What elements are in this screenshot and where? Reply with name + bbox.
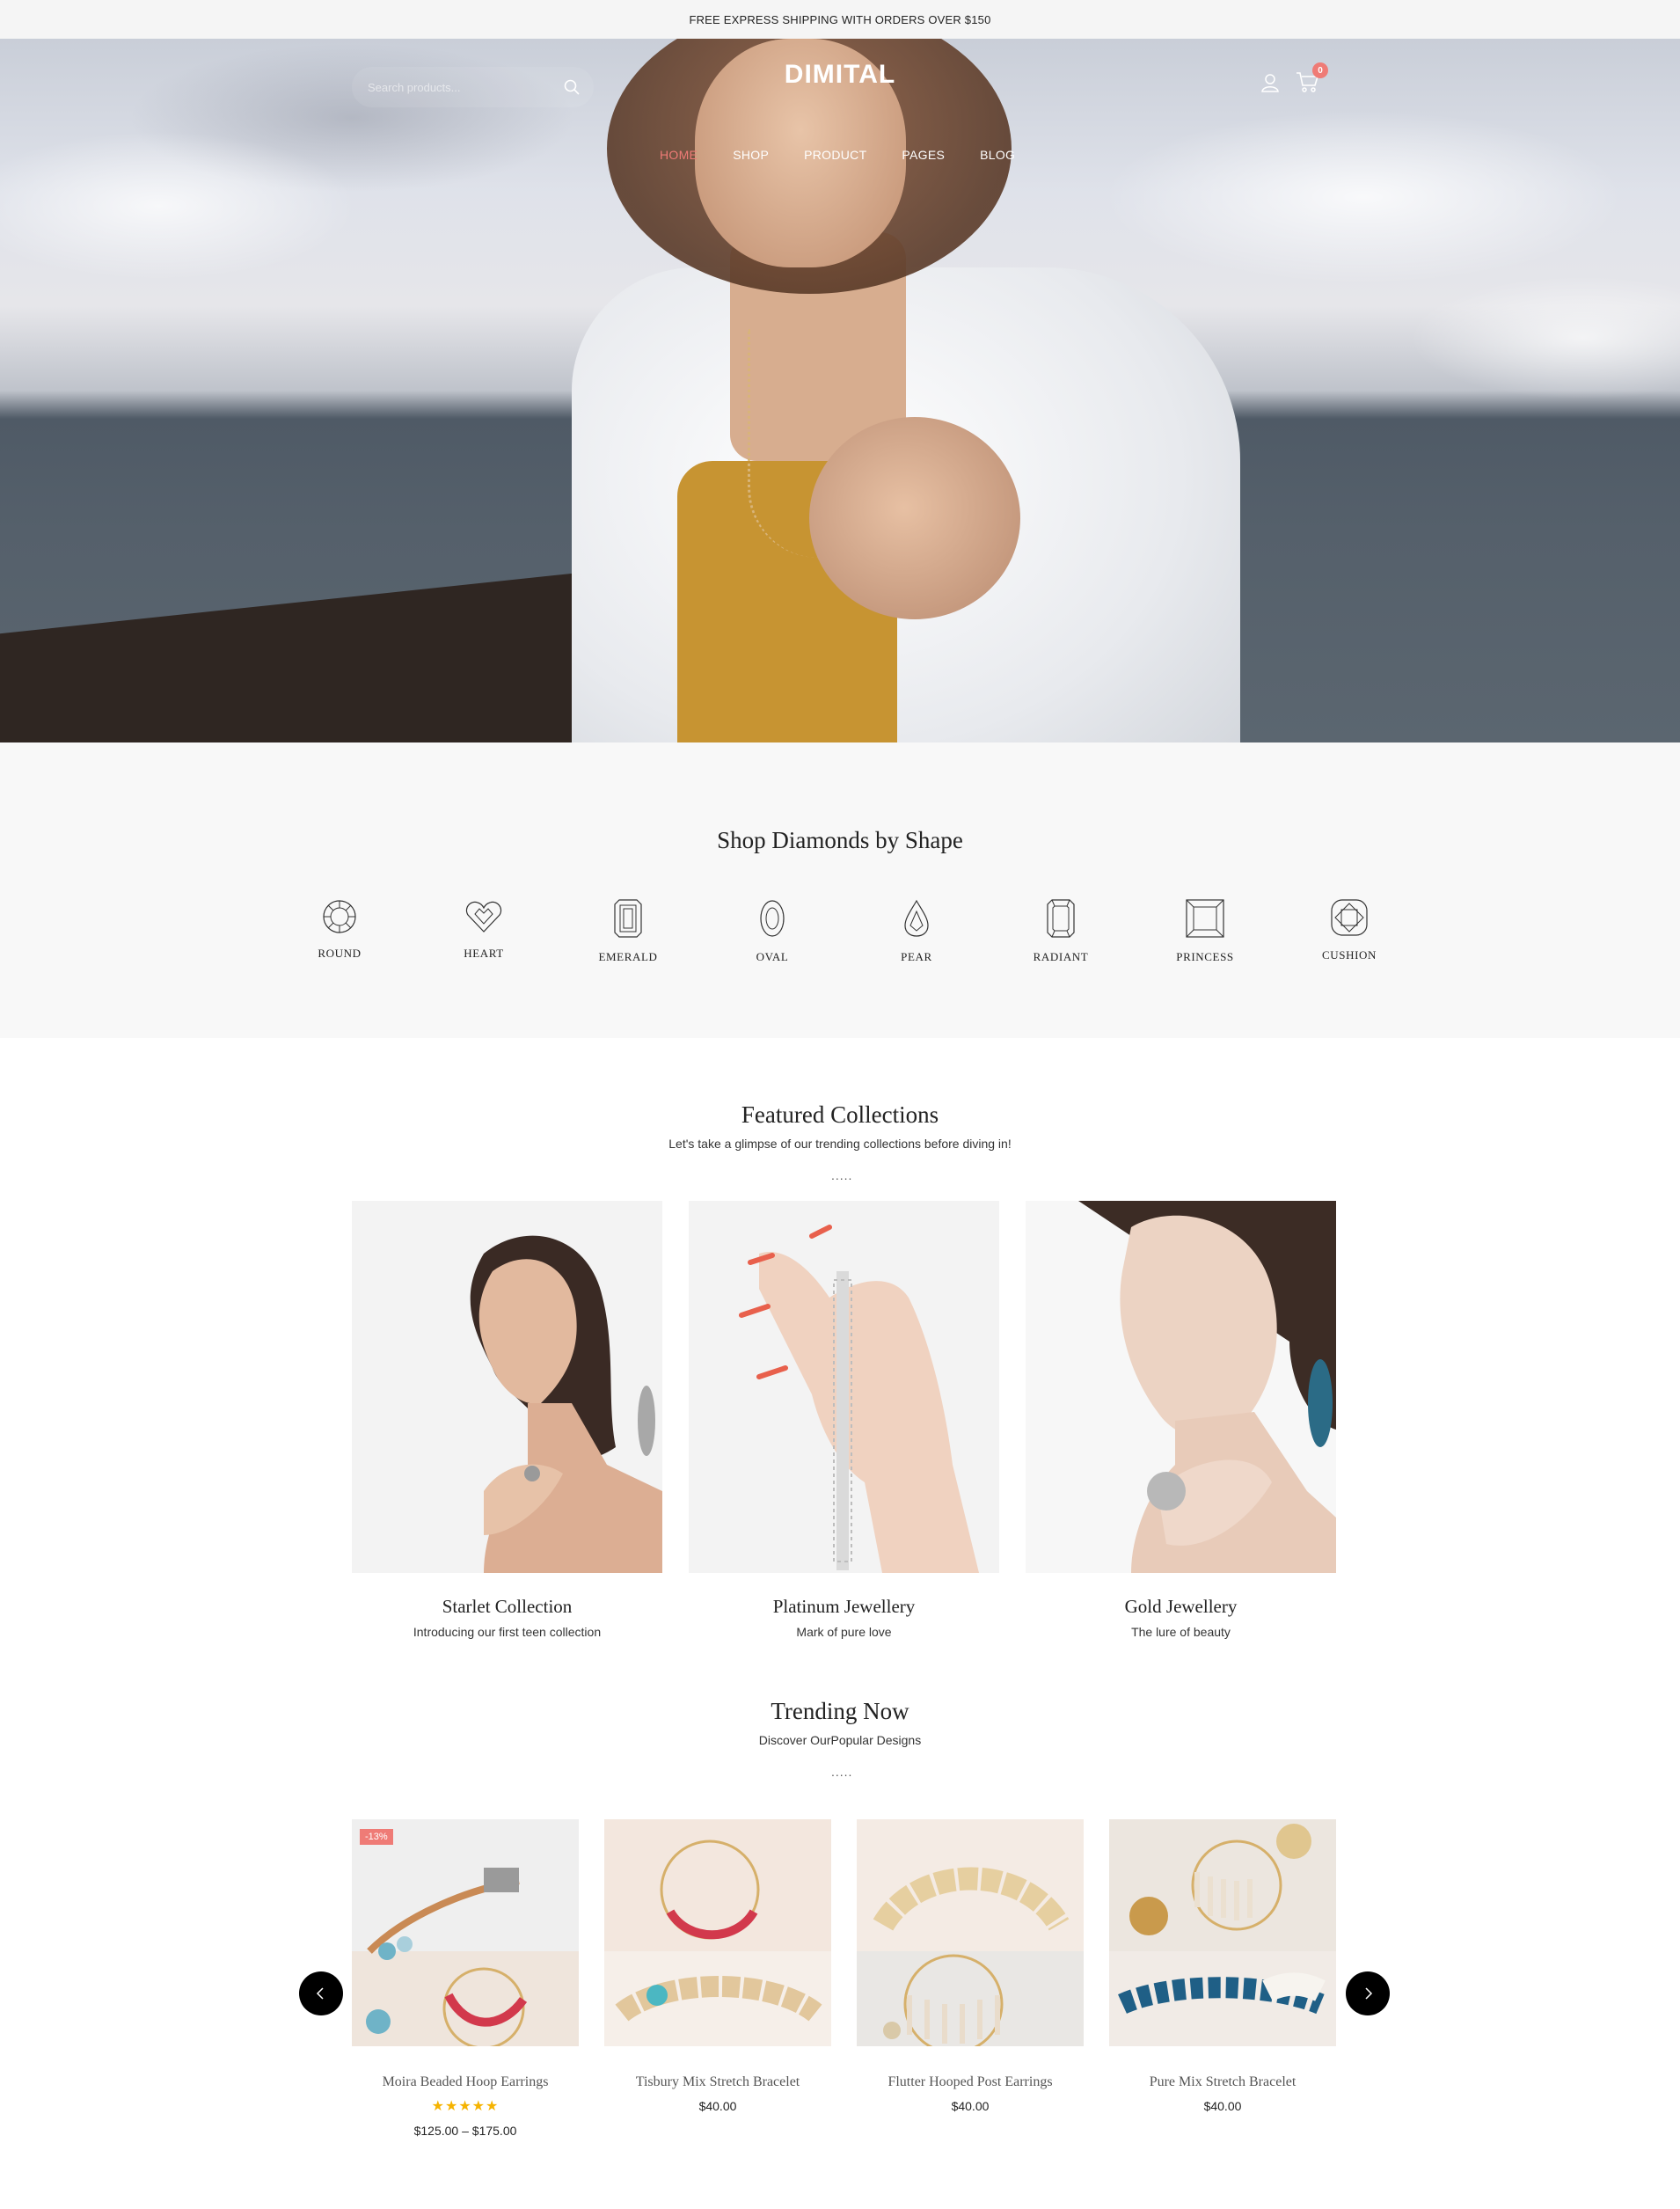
rating-stars: ★★★★★ [431, 2099, 500, 2114]
shape-radiant[interactable]: RADIANT [999, 899, 1122, 964]
product-image[interactable] [857, 1819, 1084, 2046]
shape-round[interactable]: ROUND [278, 899, 401, 961]
shape-label: RADIANT [1033, 950, 1089, 963]
collection-name[interactable]: Starlet Collection [352, 1596, 662, 1618]
product-image[interactable] [1109, 1819, 1336, 2046]
product-price: $40.00 [1203, 2099, 1242, 2113]
featured-subtitle: Let's take a glimpse of our trending col… [668, 1137, 1012, 1151]
product-price: $125.00 – $175.00 [413, 2124, 517, 2138]
collection-card[interactable]: Starlet Collection Introducing our first… [352, 1201, 662, 1639]
chevron-right-icon [1365, 1987, 1373, 2000]
nav-product[interactable]: PRODUCT [804, 148, 866, 169]
shapes-title: Shop Diamonds by Shape [717, 827, 963, 853]
shape-cushion[interactable]: CUSHION [1288, 899, 1411, 962]
shape-label: EMERALD [598, 950, 658, 963]
announcement-text: FREE EXPRESS SHIPPING WITH ORDERS OVER $… [689, 12, 991, 26]
collection-name[interactable]: Platinum Jewellery [689, 1596, 999, 1618]
product-photo-tisbury [604, 1819, 831, 2046]
collection-card[interactable]: Platinum Jewellery Mark of pure love [689, 1201, 999, 1639]
oval-diamond-icon [760, 900, 785, 937]
collection-desc: The lure of beauty [1131, 1625, 1231, 1639]
shape-label: PEAR [901, 950, 932, 963]
product-photo-moira [352, 1819, 579, 2046]
princess-diamond-icon [1186, 899, 1224, 938]
product-card[interactable]: Pure Mix Stretch Bracelet $40.00 [1109, 1819, 1336, 2113]
product-photo-puremix [1109, 1819, 1336, 2046]
product-name[interactable]: Tisbury Mix Stretch Bracelet [604, 2074, 831, 2090]
sale-badge: -13% [360, 1829, 393, 1845]
product-price: $40.00 [698, 2099, 737, 2113]
product-image[interactable] [604, 1819, 831, 2046]
nav-blog[interactable]: BLOG [980, 148, 1015, 169]
site-logo[interactable]: DIMITAL [704, 60, 976, 90]
trending-subtitle: Discover OurPopular Designs [758, 1733, 922, 1747]
shape-oval[interactable]: OVAL [711, 899, 834, 964]
collection-image[interactable] [1026, 1201, 1336, 1573]
shape-heart[interactable]: HEART [422, 899, 545, 961]
product-card[interactable]: -13% Moira Beaded Hoop Earrings ★★★★★ $1… [352, 1819, 579, 2138]
collection-image[interactable] [689, 1201, 999, 1573]
featured-title: Featured Collections [741, 1101, 939, 1128]
nav-home[interactable]: HOME [660, 148, 698, 169]
collection-name[interactable]: Gold Jewellery [1026, 1596, 1336, 1618]
announcement-bar: FREE EXPRESS SHIPPING WITH ORDERS OVER $… [0, 0, 1680, 39]
shop-by-shape-section: Shop Diamonds by Shape ROUND HEART EMERA… [0, 742, 1680, 1038]
nav-shop[interactable]: SHOP [733, 148, 769, 169]
main-nav: HOME SHOP PRODUCT PAGES BLOG [660, 148, 1015, 169]
product-card[interactable]: Tisbury Mix Stretch Bracelet $40.00 [604, 1819, 831, 2113]
nav-pages[interactable]: PAGES [902, 148, 945, 169]
search-placeholder: Search products... [368, 80, 461, 94]
trending-title: Trending Now [771, 1698, 909, 1724]
shape-label: CUSHION [1322, 948, 1377, 962]
collection-card[interactable]: Gold Jewellery The lure of beauty [1026, 1201, 1336, 1639]
collection-desc: Introducing our first teen collection [413, 1625, 602, 1639]
collection-desc: Mark of pure love [796, 1625, 892, 1639]
collection-photo-gold [1026, 1201, 1336, 1573]
emerald-diamond-icon [614, 899, 642, 938]
search-button[interactable] [549, 67, 595, 107]
shape-emerald[interactable]: EMERALD [566, 899, 690, 964]
product-image[interactable]: -13% [352, 1819, 579, 2046]
shape-label: PRINCESS [1176, 950, 1234, 963]
pear-diamond-icon [904, 899, 929, 937]
shape-princess[interactable]: PRINCESS [1143, 899, 1267, 964]
shape-label: ROUND [318, 947, 362, 960]
round-diamond-icon [323, 900, 356, 933]
product-photo-flutter [857, 1819, 1084, 2046]
shape-pear[interactable]: PEAR [855, 899, 978, 964]
cushion-diamond-icon [1331, 899, 1368, 936]
collection-image[interactable] [352, 1201, 662, 1573]
product-name[interactable]: Flutter Hooped Post Earrings [857, 2074, 1084, 2090]
hero-model-hand [809, 417, 1020, 619]
product-name[interactable]: Moira Beaded Hoop Earrings [352, 2074, 579, 2090]
search-icon [564, 79, 580, 95]
product-price: $40.00 [951, 2099, 990, 2113]
chevron-left-icon [316, 1987, 324, 2000]
trending-divider: ..... [831, 1765, 853, 1779]
carousel-prev-button[interactable] [299, 1971, 343, 2015]
cart-count-badge: 0 [1312, 62, 1328, 78]
heart-diamond-icon [465, 901, 502, 933]
featured-divider: ..... [831, 1168, 853, 1182]
collection-photo-platinum [689, 1201, 999, 1573]
collection-photo-starlet [352, 1201, 662, 1573]
hero-banner [0, 39, 1680, 742]
product-name[interactable]: Pure Mix Stretch Bracelet [1109, 2074, 1336, 2090]
carousel-next-button[interactable] [1346, 1971, 1390, 2015]
product-card[interactable]: Flutter Hooped Post Earrings $40.00 [857, 1819, 1084, 2113]
radiant-diamond-icon [1047, 899, 1075, 938]
user-icon[interactable] [1260, 72, 1281, 93]
shape-label: OVAL [756, 950, 789, 963]
shape-label: HEART [464, 947, 504, 960]
